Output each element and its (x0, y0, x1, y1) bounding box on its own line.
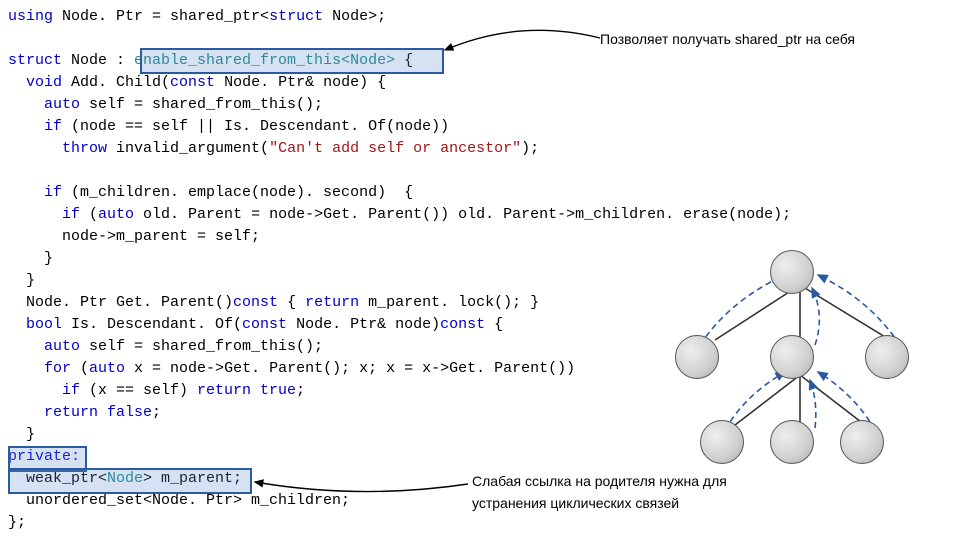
tree-node (675, 335, 719, 379)
tree-diagram (630, 250, 950, 480)
tree-node (770, 250, 814, 294)
tree-node (865, 335, 909, 379)
annotation-shared-ptr: Позволяет получать shared_ptr на себя (600, 28, 855, 50)
tree-node (770, 420, 814, 464)
tree-node (700, 420, 744, 464)
tree-node (840, 420, 884, 464)
tree-node (770, 335, 814, 379)
slide: { "code": { "l1a":"using","l1b":" Node. … (0, 0, 960, 540)
